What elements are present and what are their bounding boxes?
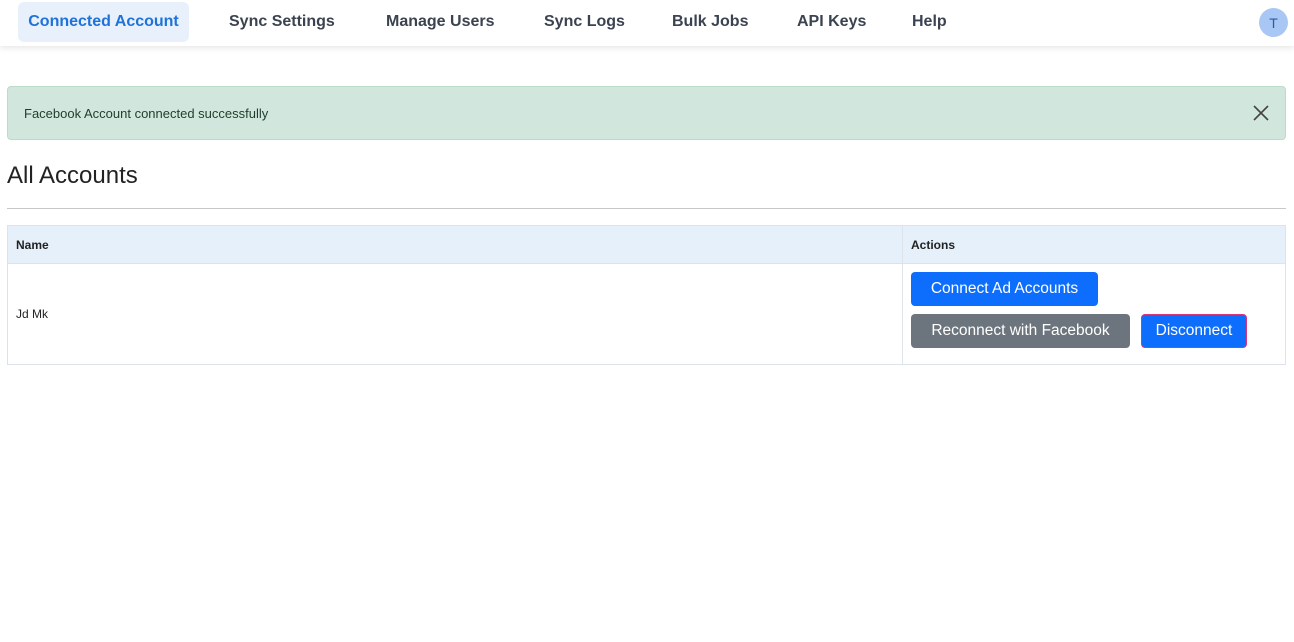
accounts-table: Name Actions Jd Mk Connect Ad Accounts R…: [7, 225, 1286, 365]
avatar[interactable]: T: [1259, 8, 1288, 37]
table-header-row: Name Actions: [7, 225, 1286, 264]
tab-manage-users[interactable]: Manage Users: [377, 2, 504, 42]
disconnect-button[interactable]: Disconnect: [1141, 314, 1247, 348]
close-icon[interactable]: [1251, 103, 1271, 123]
tab-bulk-jobs[interactable]: Bulk Jobs: [663, 2, 757, 42]
tab-help[interactable]: Help: [903, 2, 956, 42]
account-name-cell: Jd Mk: [7, 263, 903, 365]
column-header-actions: Actions: [902, 225, 1286, 264]
divider: [7, 208, 1286, 209]
page-title: All Accounts: [7, 162, 138, 189]
tab-api-keys[interactable]: API Keys: [788, 2, 875, 42]
tab-sync-settings[interactable]: Sync Settings: [220, 2, 344, 42]
top-navigation: Connected Account Sync Settings Manage U…: [0, 0, 1294, 46]
alert-message: Facebook Account connected successfully: [24, 105, 269, 121]
tab-sync-logs[interactable]: Sync Logs: [535, 2, 634, 42]
tab-connected-account[interactable]: Connected Account: [18, 2, 189, 42]
connect-ad-accounts-button[interactable]: Connect Ad Accounts: [911, 272, 1098, 306]
table-row: Jd Mk Connect Ad Accounts Reconnect with…: [7, 263, 1286, 365]
reconnect-facebook-button[interactable]: Reconnect with Facebook: [911, 314, 1130, 348]
column-header-name: Name: [7, 225, 903, 264]
actions-cell: Connect Ad Accounts Reconnect with Faceb…: [902, 263, 1286, 365]
success-alert: Facebook Account connected successfully: [7, 86, 1286, 140]
